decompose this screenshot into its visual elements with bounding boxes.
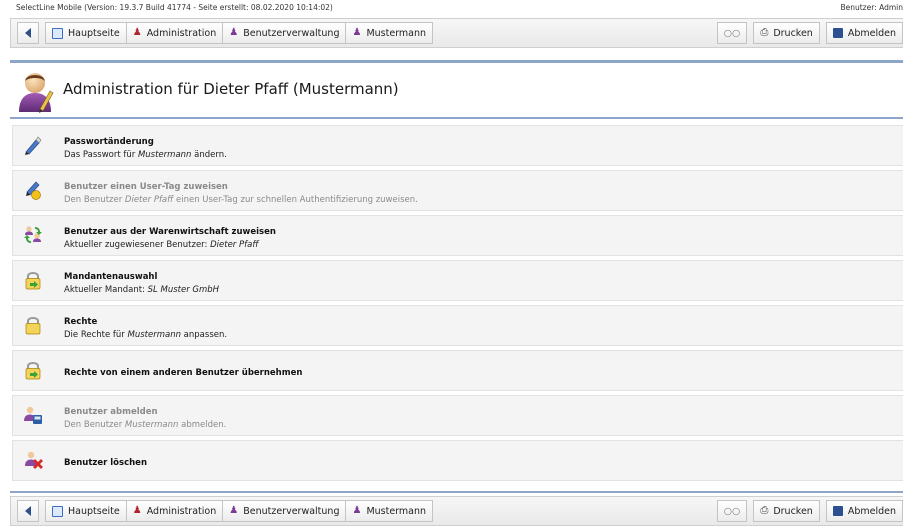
view-button[interactable]: ○○ [716, 22, 748, 44]
title-divider-bottom [10, 117, 903, 119]
crumb-label: Benutzerverwaltung [243, 505, 340, 517]
print-label: Drucken [773, 505, 813, 517]
person-icon: ♟ [132, 505, 142, 516]
user-edit-icon: ♟ [352, 27, 362, 38]
glasses-icon: ○○ [723, 505, 741, 517]
item-description: Aktueller Mandant: SL Muster GmbH [64, 285, 220, 295]
crumb-label: Administration [146, 505, 217, 517]
action-passwortaenderung[interactable]: Passwortänderung Das Passwort für Muster… [12, 125, 903, 166]
action-rechte-uebernehmen[interactable]: Rechte von einem anderen Benutzer überne… [12, 350, 903, 391]
bottom-divider [10, 491, 903, 493]
item-title: Benutzer aus der Warenwirtschaft zuweise… [64, 227, 276, 237]
item-description: Die Rechte für Mustermann anpassen. [64, 330, 228, 340]
user-admin-icon [19, 73, 54, 113]
user-edit-icon: ♟ [352, 505, 362, 516]
crumb-administration[interactable]: ♟ Administration [126, 22, 224, 44]
crumb-mustermann[interactable]: ♟ Mustermann [346, 22, 434, 44]
action-list: Passwortänderung Das Passwort für Muster… [12, 125, 903, 485]
back-button[interactable] [17, 22, 39, 44]
crumb-hauptseite[interactable]: Hauptseite [45, 22, 127, 44]
breadcrumb: Hauptseite ♟ Administration ♟ Benutzerve… [45, 500, 434, 522]
users-sync-icon [24, 226, 42, 243]
print-button[interactable]: ⎙ Drucken [753, 22, 820, 44]
printer-icon: ⎙ [760, 27, 769, 38]
current-user: Benutzer: Admin [840, 3, 903, 12]
action-benutzer-abmelden[interactable]: Benutzer abmelden Den Benutzer Musterman… [12, 395, 903, 436]
crumb-benutzerverwaltung[interactable]: ♟ Benutzerverwaltung [223, 22, 347, 44]
nav-actions: ○○ ⎙ Drucken Abmelden [716, 22, 903, 44]
logout-label: Abmelden [847, 505, 896, 517]
back-arrow-icon [25, 28, 31, 38]
item-title: Benutzer abmelden [64, 407, 158, 417]
item-description: Aktueller zugewiesener Benutzer: Dieter … [64, 240, 259, 250]
item-description: Das Passwort für Mustermann ändern. [64, 150, 227, 160]
home-icon [52, 505, 63, 517]
back-arrow-icon [25, 506, 31, 516]
bottom-navbar: Hauptseite ♟ Administration ♟ Benutzerve… [10, 496, 903, 526]
status-line: SelectLine Mobile (Version: 19.3.7 Build… [0, 0, 903, 16]
lock-icon [25, 317, 41, 335]
crumb-label: Benutzerverwaltung [243, 27, 340, 39]
crumb-benutzerverwaltung[interactable]: ♟ Benutzerverwaltung [223, 500, 347, 522]
person-icon: ♟ [132, 27, 142, 38]
crumb-label: Hauptseite [68, 505, 120, 517]
action-user-tag[interactable]: Benutzer einen User-Tag zuweisen Den Ben… [12, 170, 903, 211]
action-benutzer-loeschen[interactable]: Benutzer löschen [12, 440, 903, 481]
lock-arrow-icon [25, 362, 41, 380]
item-title: Rechte [64, 317, 98, 327]
item-description: Den Benutzer Dieter Pfaff einen User-Tag… [64, 195, 418, 205]
crumb-hauptseite[interactable]: Hauptseite [45, 500, 127, 522]
pen-tag-icon [26, 181, 41, 200]
home-icon [52, 27, 63, 39]
glasses-icon: ○○ [723, 27, 741, 39]
crumb-mustermann[interactable]: ♟ Mustermann [346, 500, 434, 522]
action-rechte[interactable]: Rechte Die Rechte für Mustermann anpasse… [12, 305, 903, 346]
crumb-label: Administration [146, 27, 217, 39]
action-mandantenauswahl[interactable]: Mandantenauswahl Aktueller Mandant: SL M… [12, 260, 903, 301]
view-button[interactable]: ○○ [716, 500, 748, 522]
item-title: Rechte von einem anderen Benutzer überne… [64, 368, 303, 378]
user-delete-icon [25, 451, 43, 469]
item-title: Mandantenauswahl [64, 272, 158, 282]
logout-icon [832, 506, 843, 516]
item-title: Benutzer löschen [64, 458, 147, 468]
nav-actions: ○○ ⎙ Drucken Abmelden [716, 500, 903, 522]
logout-icon [832, 28, 843, 38]
item-title: Passwortänderung [64, 137, 154, 147]
printer-icon: ⎙ [760, 505, 769, 516]
crumb-administration[interactable]: ♟ Administration [126, 500, 224, 522]
crumb-label: Mustermann [366, 505, 427, 517]
crumb-label: Hauptseite [68, 27, 120, 39]
breadcrumb: Hauptseite ♟ Administration ♟ Benutzerve… [45, 22, 434, 44]
item-title: Benutzer einen User-Tag zuweisen [64, 182, 228, 192]
person-icon: ♟ [229, 27, 239, 38]
print-label: Drucken [773, 27, 813, 39]
logout-button[interactable]: Abmelden [825, 22, 903, 44]
person-icon: ♟ [229, 505, 239, 516]
user-logout-icon [24, 406, 42, 424]
version-info: SelectLine Mobile (Version: 19.3.7 Build… [16, 3, 333, 12]
logout-label: Abmelden [847, 27, 896, 39]
pen-icon [25, 136, 42, 155]
top-navbar: Hauptseite ♟ Administration ♟ Benutzerve… [10, 18, 903, 48]
print-button[interactable]: ⎙ Drucken [753, 500, 820, 522]
logout-button[interactable]: Abmelden [825, 500, 903, 522]
page-header: Administration für Dieter Pfaff (Musterm… [10, 63, 903, 117]
crumb-label: Mustermann [366, 27, 427, 39]
item-description: Den Benutzer Mustermann abmelden. [64, 420, 227, 430]
action-warenwirtschaft[interactable]: Benutzer aus der Warenwirtschaft zuweise… [12, 215, 903, 256]
page-title: Administration für Dieter Pfaff (Musterm… [63, 80, 399, 98]
back-button[interactable] [17, 500, 39, 522]
lock-green-icon [25, 272, 41, 290]
